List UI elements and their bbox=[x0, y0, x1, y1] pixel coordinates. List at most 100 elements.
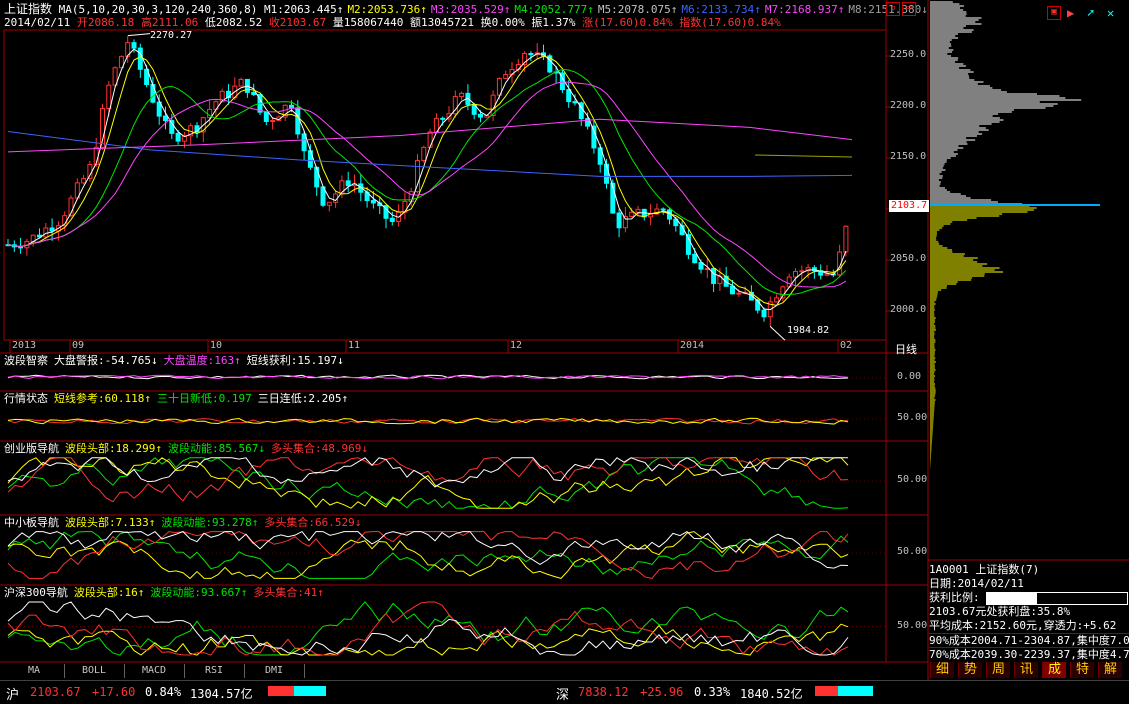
quote-date: 2014/02/11 bbox=[4, 16, 71, 29]
candle-body bbox=[528, 53, 534, 56]
ma-params: MA(5,10,20,30,3,120,240,360,8) bbox=[58, 3, 258, 16]
candle-body bbox=[370, 200, 376, 204]
ma30-line bbox=[7, 68, 847, 296]
tab-rsi[interactable]: RSI bbox=[184, 664, 245, 678]
header-row: 上证指数 MA(5,10,20,30,3,120,240,360,8) M1:2… bbox=[4, 3, 932, 16]
tool-icons: ▣ ▶ ➚ ✕ bbox=[1045, 6, 1129, 22]
candle-body bbox=[459, 92, 465, 98]
candle-body bbox=[711, 268, 717, 284]
candle-body bbox=[131, 42, 137, 49]
time-axis-label: 10 bbox=[210, 340, 223, 351]
high-marker bbox=[127, 33, 151, 37]
indicator-value: 短线获利:15.197↓ bbox=[246, 354, 344, 367]
candle-body bbox=[295, 107, 301, 135]
ma-values: M1:2063.445↑ M2:2053.736↑ M3:2035.529↑ M4:2… bbox=[264, 3, 932, 16]
candle-body bbox=[421, 146, 427, 162]
sz-breadth-bar bbox=[815, 686, 873, 696]
ma-value-2: M2:2053.736↑ bbox=[347, 3, 427, 16]
arrow-icon[interactable]: ➚ bbox=[1087, 6, 1094, 20]
candle-body bbox=[660, 208, 666, 211]
candle-body bbox=[616, 212, 622, 229]
minimize-icon[interactable]: ▫ bbox=[886, 2, 900, 16]
nav-button-1[interactable]: 势 bbox=[958, 662, 982, 678]
tab-macd[interactable]: MACD bbox=[124, 664, 185, 678]
sh-label: 沪 bbox=[6, 688, 20, 703]
tab-ma[interactable]: MA bbox=[4, 664, 65, 678]
candle-body bbox=[629, 211, 635, 217]
tab-boll[interactable]: BOLL bbox=[64, 664, 125, 678]
candle-body bbox=[761, 309, 767, 318]
candle-body bbox=[238, 78, 244, 87]
ma360-line bbox=[754, 154, 853, 158]
period-label[interactable]: 日线 bbox=[895, 341, 917, 357]
ma-value-7: M7:2168.937↑ bbox=[764, 3, 845, 16]
nav-button-6[interactable]: 解 bbox=[1098, 662, 1122, 678]
indicator-name: 行情状态 bbox=[4, 392, 48, 405]
candle-body bbox=[81, 177, 87, 184]
status-bar: 沪 2103.67 +17.60 0.84% 1304.57亿 深 7838.1… bbox=[0, 680, 1129, 704]
time-axis-label: 2014 bbox=[680, 340, 705, 351]
indicator-axis-label: 50.00 bbox=[897, 474, 928, 485]
price-axis-label: 2250.0 bbox=[890, 49, 927, 60]
indicator-name: 创业版导航 bbox=[4, 442, 59, 455]
low-marker bbox=[769, 325, 786, 341]
candle-body bbox=[692, 253, 698, 264]
indicator-value: 多头集合:41↑ bbox=[253, 586, 324, 599]
price-axis-label: 2050.0 bbox=[890, 253, 927, 264]
candle-body bbox=[345, 180, 351, 187]
play-icon[interactable]: ▶ bbox=[1067, 6, 1074, 20]
sh-change: +17.60 bbox=[92, 685, 136, 699]
quote-low: 低2082.52 bbox=[204, 16, 263, 29]
low-annotation: 1984.82 bbox=[787, 325, 830, 336]
quote-high: 高2111.06 bbox=[140, 16, 199, 29]
ma-value-3: M3:2035.529↑ bbox=[430, 3, 511, 16]
quote-close: 收2103.67 bbox=[268, 16, 327, 29]
nav-button-3[interactable]: 讯 bbox=[1014, 662, 1038, 678]
price-axis-label: 2150.0 bbox=[890, 151, 927, 162]
candle-body bbox=[793, 270, 798, 278]
ma20-line bbox=[7, 81, 847, 288]
candle-body bbox=[572, 101, 578, 104]
current-price-tag: 2103.7 bbox=[889, 200, 930, 212]
candle-body bbox=[843, 225, 849, 253]
time-axis-label: 2013 bbox=[12, 340, 37, 351]
nav-button-0[interactable]: 细 bbox=[930, 662, 954, 678]
profit-value: 35.8% bbox=[1055, 592, 1086, 604]
time-axis-label: 09 bbox=[72, 340, 85, 351]
nav-button-5[interactable]: 特 bbox=[1070, 662, 1094, 678]
candle-body bbox=[591, 125, 597, 149]
nav-button-4[interactable]: 成 bbox=[1042, 662, 1066, 678]
indicator-value: 多头集合:66.529↓ bbox=[264, 516, 362, 529]
indicator-value: 波段头部:18.299↑ bbox=[65, 442, 162, 455]
candle-body bbox=[87, 163, 93, 179]
tab-dmi[interactable]: DMI bbox=[244, 664, 305, 678]
candle-body bbox=[604, 163, 609, 184]
quote-turnover: 换0.00% bbox=[480, 16, 525, 29]
candle-body bbox=[43, 227, 49, 238]
settings-icon[interactable]: ✕ bbox=[1107, 6, 1114, 20]
time-axis-label: 02 bbox=[840, 340, 853, 351]
ma-value-5: M5:2078.075↑ bbox=[597, 3, 678, 16]
indicator-line bbox=[7, 530, 849, 569]
sh-amount: 1304.57亿 bbox=[190, 687, 253, 701]
candle-body bbox=[730, 285, 735, 295]
restore-icon[interactable]: ▣ bbox=[1047, 6, 1061, 20]
time-axis-label: 11 bbox=[348, 340, 361, 351]
indicator-header-0: 波段智察 大盘警报:-54.765↓ 大盘温度:163↑ 短线获利:15.197↓ bbox=[4, 355, 350, 367]
quote-change: 涨(17.60)0.84% bbox=[582, 16, 673, 29]
sh-pct: 0.84% bbox=[145, 685, 182, 699]
candle-body bbox=[515, 63, 521, 70]
indicator-value: 大盘警报:-54.765↓ bbox=[54, 354, 158, 367]
candle-body bbox=[635, 208, 641, 213]
candlesticks bbox=[5, 35, 849, 327]
indicator-axis-label: 50.00 bbox=[897, 619, 928, 631]
index-name: 上证指数 bbox=[4, 2, 53, 16]
quote-volume: 量158067440 bbox=[332, 16, 404, 29]
indicator-value: 波段动能:93.278↑ bbox=[161, 516, 259, 529]
nav-button-2[interactable]: 周 bbox=[986, 662, 1010, 678]
indicator-header-4: 沪深300导航 波段头部:16↑ 波段动能:93.667↑ 多头集合:41↑ bbox=[4, 587, 330, 599]
indicator-header-2: 创业版导航 波段头部:18.299↑ 波段动能:85.567↓ 多头集合:48.969… bbox=[4, 443, 374, 455]
candle-body bbox=[326, 201, 332, 206]
candle-body bbox=[263, 111, 269, 122]
restore-icon[interactable]: ▭ bbox=[902, 2, 916, 16]
